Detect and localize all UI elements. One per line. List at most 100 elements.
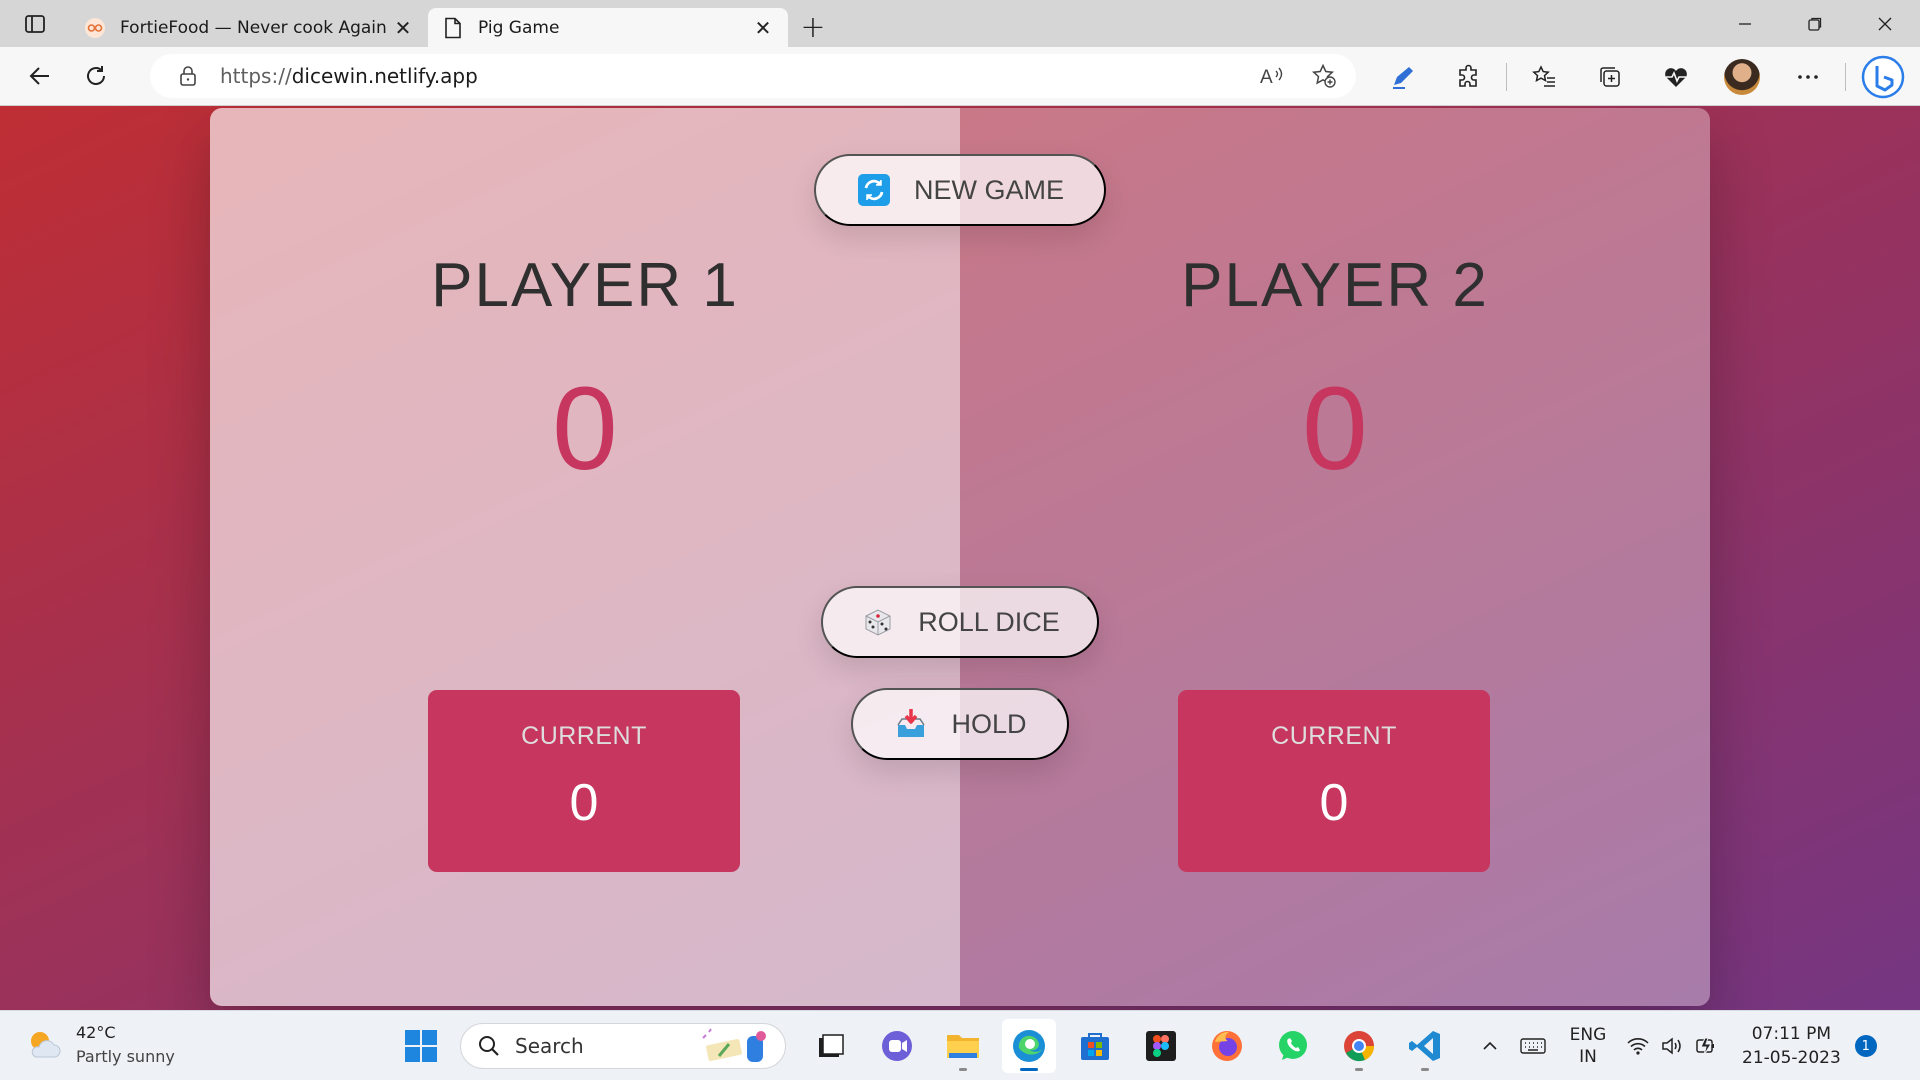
dice-icon: [860, 604, 896, 640]
refresh-button[interactable]: [70, 50, 122, 102]
clock-time: 07:11 PM: [1751, 1024, 1832, 1044]
toolbar-icons: [1370, 47, 1916, 106]
new-game-button[interactable]: NEW GAME: [814, 154, 1106, 226]
tab-pig-game[interactable]: Pig Game ✕: [428, 8, 788, 47]
running-indicator: [1020, 1068, 1038, 1071]
tab-fortiefood[interactable]: FortieFood — Never cook Again ✕: [70, 8, 428, 47]
player-2-current-score: 0: [1319, 774, 1349, 832]
browser-toolbar: https://dicewin.netlify.app A: [0, 47, 1920, 106]
vscode-icon: [1409, 1031, 1440, 1061]
keyboard-icon: [1520, 1038, 1546, 1054]
windows-start-icon: [405, 1030, 437, 1062]
store-icon: [1081, 1033, 1109, 1060]
taskbar-app-folder[interactable]: [936, 1019, 990, 1073]
player-1-panel: PLAYER 1 0 CURRENT 0: [210, 108, 960, 1006]
read-aloud-icon[interactable]: A: [1246, 56, 1298, 96]
player-2-panel: PLAYER 2 0 CURRENT 0: [960, 108, 1710, 1006]
taskbar-app-firefox[interactable]: [1200, 1019, 1254, 1073]
toolbar-separator: [1506, 62, 1507, 91]
profile-avatar[interactable]: [1709, 47, 1775, 106]
player-1-current-box: CURRENT 0: [428, 690, 740, 872]
language-indicator[interactable]: ENG IN: [1556, 1011, 1620, 1080]
tab-actions-button[interactable]: [0, 0, 70, 47]
keyboard-button[interactable]: [1510, 1011, 1556, 1080]
taskbar-search[interactable]: Search: [460, 1023, 786, 1069]
bing-chat-icon[interactable]: [1850, 47, 1916, 106]
game-board: PLAYER 1 0 CURRENT 0 PLAYER 2 0 CURRENT …: [210, 108, 1710, 1006]
start-button[interactable]: [394, 1019, 448, 1073]
weather-widget[interactable]: 42°C Partly sunny: [24, 1021, 175, 1069]
tab-title: Pig Game: [478, 17, 560, 38]
taskbar-app-store[interactable]: [1068, 1019, 1122, 1073]
toolbar-separator: [1845, 62, 1846, 91]
close-icon: [1878, 17, 1892, 30]
add-favorite-icon[interactable]: [1298, 56, 1350, 96]
taskbar-app-edge[interactable]: [1002, 1019, 1056, 1073]
current-label: CURRENT: [1271, 722, 1397, 750]
player-1-name: PLAYER 1: [431, 251, 739, 320]
more-options-icon[interactable]: [1775, 47, 1841, 106]
back-button[interactable]: [14, 50, 66, 102]
lock-icon[interactable]: [176, 64, 200, 88]
weather-temperature: 42°C: [76, 1023, 116, 1042]
figma-icon: [1146, 1031, 1176, 1061]
address-bar[interactable]: https://dicewin.netlify.app A: [150, 54, 1356, 98]
player-1-current-score: 0: [569, 774, 599, 832]
show-hidden-icons-button[interactable]: [1470, 1011, 1510, 1080]
search-label: Search: [515, 1034, 584, 1058]
hold-button[interactable]: HOLD: [851, 688, 1069, 760]
task-view-icon: [819, 1034, 844, 1057]
url-text[interactable]: https://dicewin.netlify.app: [220, 64, 1246, 88]
taskbar-apps: Search: [394, 1019, 1464, 1073]
pen-extension-icon[interactable]: [1370, 47, 1436, 106]
collections-icon[interactable]: [1577, 47, 1643, 106]
running-indicator: [1421, 1068, 1429, 1071]
window-controls: [1710, 0, 1920, 47]
folder-icon: [947, 1035, 979, 1058]
close-window-button[interactable]: [1850, 0, 1920, 47]
firefox-icon: [1212, 1031, 1242, 1061]
refresh-icon: [87, 66, 105, 85]
page-favicon-icon: [442, 17, 464, 39]
taskbar-app-file-explorer[interactable]: [804, 1019, 858, 1073]
restore-button[interactable]: [1780, 0, 1850, 47]
search-icon: [479, 1036, 499, 1056]
notification-center-button[interactable]: 1: [1841, 1011, 1877, 1080]
search-highlight-icon: [702, 1028, 766, 1062]
avatar: [1724, 58, 1760, 95]
clock[interactable]: 07:11 PM 21-05-2023: [1742, 1011, 1841, 1080]
teams-icon: [882, 1031, 912, 1061]
favorites-icon[interactable]: [1511, 47, 1577, 106]
clock-date: 21-05-2023: [1742, 1048, 1841, 1068]
chevron-up-icon: [1483, 1041, 1497, 1050]
player-2-current-box: CURRENT 0: [1178, 690, 1490, 872]
roll-dice-button[interactable]: ROLL DICE: [821, 586, 1099, 658]
wifi-icon: [1627, 1038, 1649, 1055]
back-arrow-icon: [29, 67, 49, 85]
page-background: PLAYER 1 0 CURRENT 0 PLAYER 2 0 CURRENT …: [0, 106, 1920, 1010]
whatsapp-icon: [1279, 1031, 1307, 1060]
minimize-icon: [1739, 22, 1751, 25]
taskbar-app-teams[interactable]: [870, 1019, 924, 1073]
system-tray: ENG IN 07:11 PM 21-05-2023 1: [1470, 1011, 1877, 1080]
taskbar-app-whatsapp[interactable]: [1266, 1019, 1320, 1073]
close-tab-icon[interactable]: ✕: [752, 16, 774, 40]
minimize-button[interactable]: [1710, 0, 1780, 47]
taskbar: 42°C Partly sunny Search ENG IN 07:11 PM…: [0, 1010, 1920, 1080]
taskbar-app-figma[interactable]: [1134, 1019, 1188, 1073]
extensions-icon[interactable]: [1436, 47, 1502, 106]
close-tab-icon[interactable]: ✕: [392, 16, 414, 40]
weather-condition: Partly sunny: [76, 1047, 175, 1066]
partly-sunny-icon: [24, 1025, 64, 1065]
language-code: ENG: [1569, 1025, 1607, 1045]
battery-charging-icon: [1696, 1037, 1715, 1056]
taskbar-app-chrome[interactable]: [1332, 1019, 1386, 1073]
browser-essentials-icon[interactable]: [1643, 47, 1709, 106]
network-volume-battery[interactable]: [1620, 1011, 1724, 1080]
taskbar-app-vscode[interactable]: [1398, 1019, 1452, 1073]
new-tab-button[interactable]: +: [788, 8, 838, 47]
notification-badge: 1: [1854, 1035, 1877, 1057]
player-1-score: 0: [552, 363, 618, 495]
current-label: CURRENT: [521, 722, 647, 750]
fortiefood-favicon-icon: [84, 17, 106, 39]
